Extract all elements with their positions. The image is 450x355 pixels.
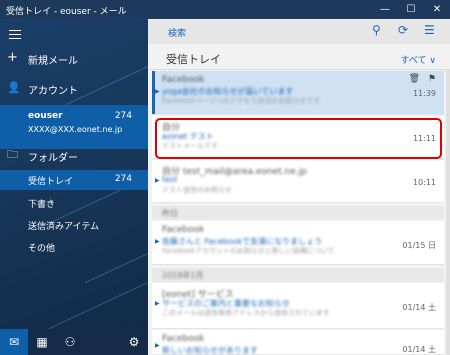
message-subject: test [162, 175, 178, 184]
close-button[interactable]: ✕ [426, 0, 448, 19]
message-sender: Facebook [162, 75, 205, 85]
folder-count: 274 [114, 174, 132, 184]
folder-item-inbox[interactable]: 受信トレイ 274 [0, 170, 148, 190]
message-time: 11:39 [412, 89, 436, 98]
folder-icon: 🗀 [7, 148, 18, 161]
sidebar: + 新規メール 👤 アカウント eouser XXXX@XXX.eonet.ne… [0, 19, 148, 355]
mail-icon[interactable]: ✉ [0, 329, 28, 355]
new-mail-button[interactable]: + 新規メール [0, 49, 148, 69]
flag-icon[interactable]: ⚑ [428, 74, 436, 84]
group-label: 2018年1月 [162, 271, 204, 280]
expand-arrow-icon[interactable]: ▶ [155, 300, 160, 307]
expand-arrow-icon[interactable]: ▶ [155, 238, 160, 245]
message-item[interactable]: [eonet] サービス ▶ サービスのご案内と重要なお知らせ このメールは送信… [152, 283, 444, 329]
title-bar: 受信トレイ - eouser - メール — ☐ ✕ [0, 0, 450, 19]
account-count: 274 [114, 111, 132, 121]
hamburger-menu-icon[interactable] [9, 30, 21, 39]
bottom-app-bar: ✉ ▦ ⚇ ⚙ [0, 329, 148, 355]
maximize-button[interactable]: ☐ [400, 0, 422, 19]
message-time: 01/14 土 [402, 345, 436, 354]
message-preview: Facebookアカウントのお知らせと新しい投稿について [162, 247, 335, 255]
folder-item-more[interactable]: その他 [0, 238, 148, 256]
message-list-pane: 検索 ⚲ ⟳ ☰ 受信トレイ すべて ∨ Facebook ▶ yoga会社のお… [148, 19, 450, 355]
message-sender: Facebook [162, 334, 205, 344]
select-mode-icon[interactable]: ☰ [424, 23, 435, 37]
folder-item-drafts[interactable]: 下書き [0, 194, 148, 212]
date-group-header: 昨日 [152, 206, 444, 220]
message-sender: 自分 test_mail@area.eonet.ne.jp [162, 167, 307, 177]
account-name: eouser [28, 111, 63, 121]
sync-icon[interactable]: ⟳ [398, 23, 408, 37]
message-item[interactable]: Facebook ▶ 佐藤さんと Facebookで友達になりましょう Face… [152, 221, 444, 265]
message-time: 01/15 日 [402, 241, 436, 250]
new-mail-label: 新規メール [28, 56, 78, 67]
folder-title: 受信トレイ [166, 53, 221, 66]
window-title: 受信トレイ - eouser - メール [6, 7, 127, 17]
search-icon[interactable]: ⚲ [372, 23, 381, 37]
folder-label: その他 [28, 244, 56, 254]
message-time: 10:11 [412, 178, 436, 187]
message-preview: このメールは送信専用アドレスから送信されています [162, 309, 330, 317]
toolbar: 検索 ⚲ ⟳ ☰ [148, 19, 450, 44]
accounts-label: アカウント [28, 86, 78, 97]
scrollbar[interactable] [446, 70, 450, 355]
message-time: 01/14 土 [402, 303, 436, 312]
account-email: XXXX@XXX.eonet.ne.jp [28, 125, 123, 134]
folders-label: フォルダー [28, 153, 78, 164]
person-icon: 👤 [7, 81, 21, 94]
search-box[interactable]: 検索 [168, 26, 186, 39]
delete-icon[interactable]: 🗑 [409, 74, 420, 84]
message-item[interactable]: Facebook ▶ yoga会社のお知らせが届いています Facebookペー… [152, 71, 444, 115]
message-subject: 新しいお知らせがあります [162, 346, 258, 355]
folders-header[interactable]: 🗀 フォルダー [0, 146, 148, 166]
filter-dropdown[interactable]: すべて ∨ [401, 53, 436, 66]
expand-arrow-icon[interactable]: ▶ [155, 342, 160, 349]
expand-arrow-icon[interactable]: ▶ [155, 88, 160, 95]
message-preview: テスト送信のお知らせ [162, 186, 232, 194]
folder-label: 下書き [28, 200, 56, 210]
message-preview: Facebookページへのアクセス状況のお知らせです [162, 97, 321, 105]
folder-header: 受信トレイ すべて ∨ [148, 44, 450, 70]
message-sender: Facebook [162, 225, 205, 235]
folder-item-sent[interactable]: 送信済みアイテム [0, 216, 148, 234]
message-item[interactable]: Facebook ▶ 新しいお知らせがあります 01/14 土 [152, 330, 444, 355]
folder-label: 受信トレイ [28, 177, 74, 187]
account-item[interactable]: eouser XXXX@XXX.eonet.ne.jp 274 [0, 105, 148, 149]
settings-icon[interactable]: ⚙ [120, 329, 148, 355]
folder-label: 送信済みアイテム [28, 222, 100, 232]
calendar-icon[interactable]: ▦ [28, 329, 56, 355]
minimize-button[interactable]: — [374, 0, 396, 19]
expand-arrow-icon[interactable]: ▶ [155, 177, 160, 184]
date-group-header: 2018年1月 [152, 268, 444, 282]
people-icon[interactable]: ⚇ [56, 329, 84, 355]
highlight-box [155, 118, 442, 159]
message-item[interactable]: 自分 test_mail@area.eonet.ne.jp ▶ test テスト… [152, 160, 444, 203]
accounts-header[interactable]: 👤 アカウント [0, 79, 148, 99]
plus-icon: + [7, 50, 18, 65]
group-label: 昨日 [162, 209, 178, 218]
